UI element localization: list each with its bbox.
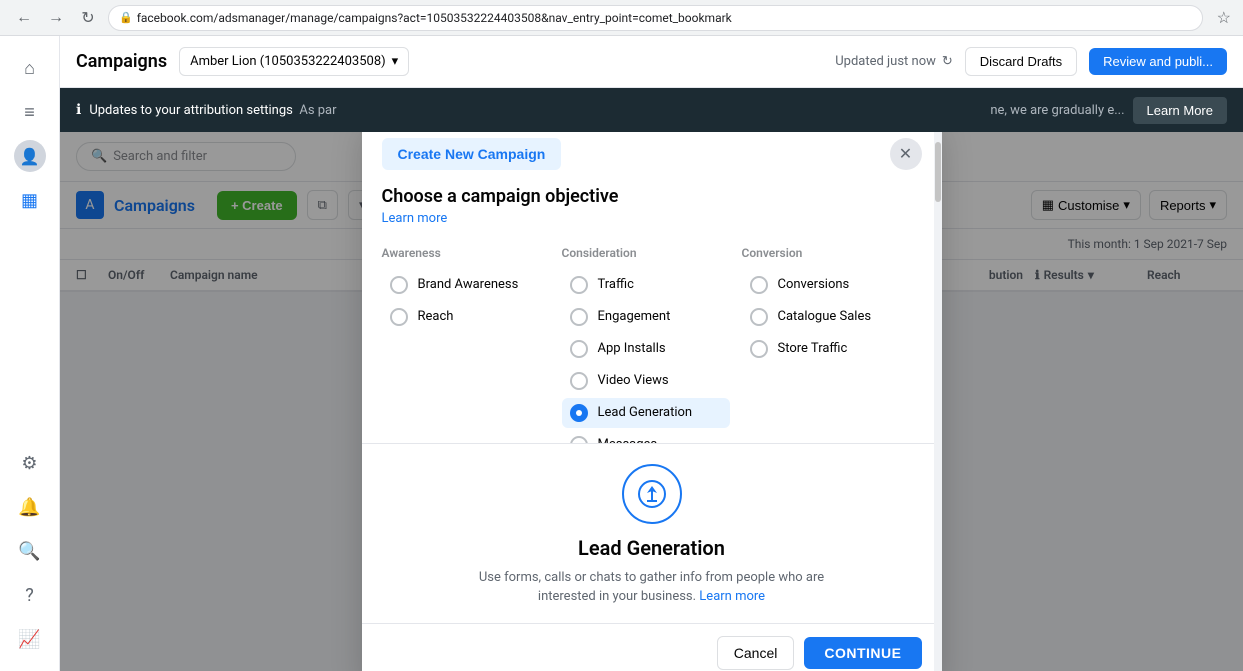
option-messages[interactable]: Messages <box>562 430 730 443</box>
option-reach[interactable]: Reach <box>382 302 550 332</box>
radio-video-views[interactable] <box>570 372 588 390</box>
option-store-traffic[interactable]: Store Traffic <box>742 334 910 364</box>
radio-reach[interactable] <box>390 308 408 326</box>
option-app-installs[interactable]: App Installs <box>562 334 730 364</box>
updated-text: Updated just now ↻ <box>835 54 953 69</box>
modal-overlay[interactable]: Create New Campaign ✕ Choose a campaign … <box>60 132 1243 671</box>
option-engagement[interactable]: Engagement <box>562 302 730 332</box>
sidebar-bottom: ⚙ 🔔 🔍 ? 📈 <box>10 443 50 659</box>
notification-bar: ℹ Updates to your attribution settings A… <box>60 88 1243 132</box>
info-icon: ℹ <box>76 102 81 118</box>
detail-title: Lead Generation <box>382 536 922 560</box>
browser-bar: ← → ↻ 🔒 facebook.com/adsmanager/manage/c… <box>0 0 1243 36</box>
content-area: 🔍 Search and filter A Campaigns + Create… <box>60 132 1243 671</box>
chevron-down-icon: ▾ <box>392 54 399 69</box>
detail-learn-more-link[interactable]: Learn more <box>699 589 765 604</box>
label-app-installs: App Installs <box>598 341 666 356</box>
awareness-column: Awareness Brand Awareness Reach <box>382 246 562 443</box>
modal-scroll-area: Awareness Brand Awareness Reach <box>362 238 942 443</box>
cancel-button[interactable]: Cancel <box>717 636 795 670</box>
radio-conversions[interactable] <box>750 276 768 294</box>
page-title: Campaigns <box>76 51 167 72</box>
option-catalogue-sales[interactable]: Catalogue Sales <box>742 302 910 332</box>
sidebar-menu-icon[interactable]: ≡ <box>10 92 50 132</box>
modal-title-button[interactable]: Create New Campaign <box>382 138 562 170</box>
sidebar-help-icon[interactable]: ? <box>10 575 50 615</box>
review-button[interactable]: Review and publi... <box>1089 48 1227 75</box>
label-traffic: Traffic <box>598 277 634 292</box>
bookmark-icon[interactable]: ☆ <box>1217 8 1231 27</box>
modal-footer: Cancel CONTINUE <box>362 623 942 671</box>
reload-button[interactable]: ↻ <box>76 6 100 30</box>
modal-scrollbar <box>934 132 942 671</box>
avatar[interactable]: 👤 <box>14 140 46 172</box>
lead-gen-icon <box>622 464 682 524</box>
label-conversions: Conversions <box>778 277 850 292</box>
sidebar: ⌂ ≡ 👤 ▦ ⚙ 🔔 🔍 ? 📈 <box>0 36 60 671</box>
radio-brand-awareness[interactable] <box>390 276 408 294</box>
option-lead-generation[interactable]: Lead Generation <box>562 398 730 428</box>
label-catalogue-sales: Catalogue Sales <box>778 309 872 324</box>
sidebar-settings-icon[interactable]: ⚙ <box>10 443 50 483</box>
consideration-title: Consideration <box>562 246 730 260</box>
sidebar-search-icon[interactable]: 🔍 <box>10 531 50 571</box>
learn-more-button[interactable]: Learn More <box>1133 97 1227 124</box>
label-video-views: Video Views <box>598 373 669 388</box>
conversion-title: Conversion <box>742 246 910 260</box>
scrollbar-thumb <box>935 142 941 202</box>
selected-detail: Lead Generation Use forms, calls or chat… <box>362 443 942 623</box>
top-bar: Campaigns Amber Lion (1050353222403508) … <box>60 36 1243 88</box>
back-button[interactable]: ← <box>12 6 36 30</box>
radio-store-traffic[interactable] <box>750 340 768 358</box>
option-video-views[interactable]: Video Views <box>562 366 730 396</box>
objectives-grid: Awareness Brand Awareness Reach <box>382 246 922 443</box>
modal-close-button[interactable]: ✕ <box>890 138 922 170</box>
modal-subtitle: Choose a campaign objective <box>362 170 942 211</box>
notification-text: Updates to your attribution settings As … <box>89 103 982 118</box>
radio-app-installs[interactable] <box>570 340 588 358</box>
radio-messages[interactable] <box>570 436 588 443</box>
forward-button[interactable]: → <box>44 6 68 30</box>
url-domain: facebook.com/ <box>137 11 219 25</box>
notification-subtext: As par <box>296 103 336 118</box>
radio-lead-generation[interactable] <box>570 404 588 422</box>
app-layout: ⌂ ≡ 👤 ▦ ⚙ 🔔 🔍 ? 📈 Campaigns Amber Lion (… <box>0 36 1243 671</box>
sidebar-ads-icon[interactable]: ▦ <box>10 180 50 220</box>
account-selector[interactable]: Amber Lion (1050353222403508) ▾ <box>179 47 409 76</box>
url-path: adsmanager/manage/campaigns?act=10503532… <box>218 11 731 25</box>
label-lead-generation: Lead Generation <box>598 405 693 420</box>
main-content: Campaigns Amber Lion (1050353222403508) … <box>60 36 1243 671</box>
radio-engagement[interactable] <box>570 308 588 326</box>
awareness-title: Awareness <box>382 246 550 260</box>
campaign-objective-modal: Create New Campaign ✕ Choose a campaign … <box>362 132 942 671</box>
modal-learn-more-link[interactable]: Learn more <box>362 211 942 238</box>
url-text: facebook.com/adsmanager/manage/campaigns… <box>137 11 732 25</box>
address-bar[interactable]: 🔒 facebook.com/adsmanager/manage/campaig… <box>108 5 1203 31</box>
modal-header: Create New Campaign ✕ <box>362 132 942 170</box>
label-reach: Reach <box>418 309 454 324</box>
account-name: Amber Lion (1050353222403508) <box>190 54 386 69</box>
sidebar-chart-icon[interactable]: 📈 <box>10 619 50 659</box>
close-icon: ✕ <box>899 144 912 164</box>
option-brand-awareness[interactable]: Brand Awareness <box>382 270 550 300</box>
updated-label: Updated just now <box>835 54 936 69</box>
label-brand-awareness: Brand Awareness <box>418 277 519 292</box>
radio-catalogue-sales[interactable] <box>750 308 768 326</box>
notification-continuation: ne, we are gradually e... <box>990 103 1124 118</box>
discard-drafts-button[interactable]: Discard Drafts <box>965 47 1077 76</box>
continue-button[interactable]: CONTINUE <box>804 637 921 669</box>
conversion-column: Conversion Conversions Catalogue Sales <box>742 246 922 443</box>
refresh-icon[interactable]: ↻ <box>942 54 953 69</box>
consideration-column: Consideration Traffic Engagement <box>562 246 742 443</box>
label-store-traffic: Store Traffic <box>778 341 848 356</box>
option-traffic[interactable]: Traffic <box>562 270 730 300</box>
label-engagement: Engagement <box>598 309 671 324</box>
sidebar-home-icon[interactable]: ⌂ <box>10 48 50 88</box>
option-conversions[interactable]: Conversions <box>742 270 910 300</box>
radio-traffic[interactable] <box>570 276 588 294</box>
lock-icon: 🔒 <box>119 11 133 24</box>
detail-description: Use forms, calls or chats to gather info… <box>382 568 922 607</box>
sidebar-bell-icon[interactable]: 🔔 <box>10 487 50 527</box>
